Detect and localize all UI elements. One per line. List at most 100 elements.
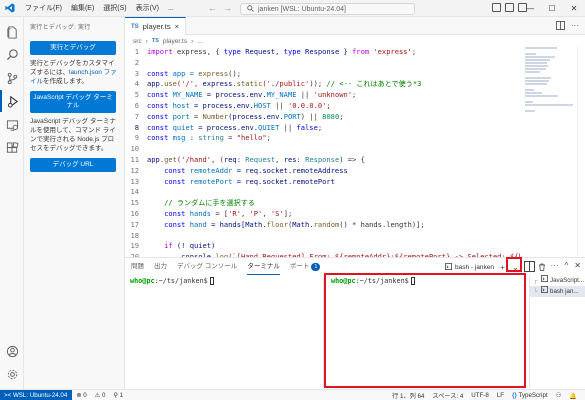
minimap-row xyxy=(525,80,549,82)
code-line[interactable]: 12 const remoteAddr = req.socket.remoteA… xyxy=(125,166,520,177)
code-line[interactable]: 7 const port = Number(process.env.PORT) |… xyxy=(125,112,520,123)
code-line[interactable]: 3 const app = express(); xyxy=(125,69,520,80)
editor-more-icon[interactable]: ··· xyxy=(571,21,579,32)
code-line[interactable]: 10 xyxy=(125,144,520,155)
notifications-bell-icon[interactable]: 🔔 xyxy=(565,392,581,400)
code-line[interactable]: 4 app.use('/', express.static('./public')… xyxy=(125,79,520,90)
command-center[interactable]: janken [WSL: Ubuntu-24.04] xyxy=(240,3,415,15)
minimap-row xyxy=(525,101,533,103)
terminal-list-label: JavaScript... xyxy=(550,277,585,284)
toggle-panel-icon[interactable] xyxy=(505,3,514,12)
explorer-icon[interactable] xyxy=(0,21,24,43)
tab-output[interactable]: 出力 xyxy=(154,258,167,275)
code-line[interactable]: 18 xyxy=(125,231,520,242)
code-line[interactable]: 6 const host = process.env.HOST || '0.0.0… xyxy=(125,101,520,112)
line-source: if (! quiet) xyxy=(147,241,216,251)
status-bar: >< WSL: Ubuntu-24.04 ⊗ 0 ⚠ 0 ⚲ 1 行 1、列 6… xyxy=(0,389,585,400)
line-number: 11 xyxy=(130,154,139,164)
terminal-selector[interactable]: bash - janken xyxy=(445,263,494,272)
code-line[interactable]: 16 const hands = ['R', 'P', 'S']; xyxy=(125,209,520,220)
minimize-button[interactable]: — xyxy=(519,0,541,17)
panel-more-icon[interactable]: ··· xyxy=(551,261,559,270)
ports-status[interactable]: ⚲ 1 xyxy=(109,392,127,399)
tab-debug-console[interactable]: デバッグ コンソール xyxy=(177,258,237,275)
terminal-icon xyxy=(445,263,452,272)
copilot-icon[interactable]: ⚇ xyxy=(552,392,566,399)
source-control-icon[interactable] xyxy=(0,67,24,89)
tab-ports[interactable]: ポート 1 xyxy=(290,258,321,275)
code-line[interactable]: 8 const quiet = process.env.QUIET || fals… xyxy=(125,123,520,134)
encoding[interactable]: UTF-8 xyxy=(467,392,493,399)
indentation[interactable]: スペース: 4 xyxy=(428,391,467,400)
tab-label: player.ts xyxy=(142,22,171,31)
account-icon[interactable] xyxy=(0,340,24,362)
minimap-row xyxy=(525,68,546,70)
end-of-line[interactable]: LF xyxy=(493,392,508,399)
breadcrumb-symbols[interactable]: ... xyxy=(197,38,202,45)
terminal-right[interactable]: who@pc:~/ts/janken$ xyxy=(331,277,415,285)
line-number: 17 xyxy=(130,219,139,229)
trash-icon[interactable] xyxy=(537,263,546,273)
terminal-left[interactable]: who@pc:~/ts/janken$ xyxy=(130,277,214,285)
errors-status[interactable]: ⊗ 0 xyxy=(72,392,90,399)
code-line[interactable]: 19 if (! quiet) xyxy=(125,241,520,252)
menu-selection[interactable]: 選択(S) xyxy=(99,0,130,17)
close-window-button[interactable]: ✕ xyxy=(563,0,585,17)
remote-indicator[interactable]: >< WSL: Ubuntu-24.04 xyxy=(0,389,73,400)
line-number: 6 xyxy=(134,100,139,110)
code-editor[interactable]: 1 import express, { type Request, type Re… xyxy=(125,47,520,257)
line-number: 14 xyxy=(130,187,139,197)
tab-player-ts[interactable]: TS player.ts × xyxy=(125,17,186,35)
run-debug-sidebar: 実行とデバッグ: 実行 実行とデバッグ 実行とデバッグをカスタマイズするには、l… xyxy=(24,17,125,389)
code-line[interactable]: 15 // ランダムに手を選択する xyxy=(125,198,520,209)
forward-arrow-icon[interactable]: → xyxy=(223,3,232,13)
breadcrumb-src[interactable]: src xyxy=(133,38,142,45)
close-panel-icon[interactable]: ✕ xyxy=(574,261,581,270)
menu-file[interactable]: ファイル(F) xyxy=(21,0,66,17)
cursor-position[interactable]: 行 1、列 64 xyxy=(388,391,428,400)
menu-view[interactable]: 表示(V) xyxy=(132,0,163,17)
run-and-debug-button[interactable]: 実行とデバッグ xyxy=(30,41,116,55)
sidebar-title: 実行とデバッグ: 実行 xyxy=(30,25,91,31)
search-view-icon[interactable] xyxy=(0,43,24,65)
code-line[interactable]: 14 xyxy=(125,187,520,198)
editor-scrollbar[interactable] xyxy=(577,47,585,257)
code-line[interactable]: 13 const remotePort = req.socket.remoteP… xyxy=(125,177,520,188)
tab-close-icon[interactable]: × xyxy=(175,22,179,31)
line-number: 5 xyxy=(134,90,139,100)
settings-gear-icon[interactable] xyxy=(0,363,24,385)
terminal-list-item[interactable]: └ bash jan... xyxy=(530,286,585,297)
remote-explorer-icon[interactable] xyxy=(0,114,24,136)
extensions-icon[interactable] xyxy=(0,137,24,159)
tab-terminal[interactable]: ターミナル xyxy=(247,258,280,275)
run-debug-icon[interactable] xyxy=(0,90,24,112)
language-label: TypeScript xyxy=(518,392,548,399)
maximize-panel-icon[interactable]: ^ xyxy=(565,261,569,270)
menu-edit[interactable]: 編集(E) xyxy=(67,0,98,17)
code-line[interactable]: 11 app.get('/hand', (req: Request, res: R… xyxy=(125,155,520,166)
split-editor-icon[interactable] xyxy=(556,21,565,32)
breadcrumb-file[interactable]: player.ts xyxy=(163,38,187,45)
tab-problems[interactable]: 問題 xyxy=(131,258,144,275)
back-arrow-icon[interactable]: ← xyxy=(208,3,217,13)
maximize-button[interactable]: ☐ xyxy=(541,0,563,17)
debug-url-button[interactable]: デバッグ URL xyxy=(30,158,116,172)
line-number: 18 xyxy=(130,230,139,240)
code-line[interactable]: 1 import express, { type Request, type Re… xyxy=(125,47,520,58)
minimap-row xyxy=(525,47,557,49)
minimap-row xyxy=(525,83,547,85)
js-debug-terminal-button[interactable]: JavaScript デバッグ ターミナル xyxy=(30,91,116,113)
typescript-file-icon: TS xyxy=(131,23,139,30)
code-line[interactable]: 9 const msg : string = "hello"; xyxy=(125,133,520,144)
terminal-list-item[interactable]: ┌ JavaScript... xyxy=(530,275,585,286)
minimap-row xyxy=(525,95,558,97)
warnings-status[interactable]: ⚠ 0 xyxy=(91,392,110,399)
code-line[interactable]: 2 xyxy=(125,58,520,69)
code-line[interactable]: 17 const hand = hands[Math.floor(Math.ra… xyxy=(125,220,520,231)
code-line[interactable]: 5 const MY_NAME = process.env.MY_NAME || … xyxy=(125,90,520,101)
language-mode[interactable]: {} TypeScript xyxy=(508,392,552,399)
minimap[interactable] xyxy=(525,47,577,127)
toggle-sidebar-icon[interactable] xyxy=(492,3,501,12)
menu-more[interactable]: ... xyxy=(164,0,178,17)
minimap-row xyxy=(525,62,547,64)
